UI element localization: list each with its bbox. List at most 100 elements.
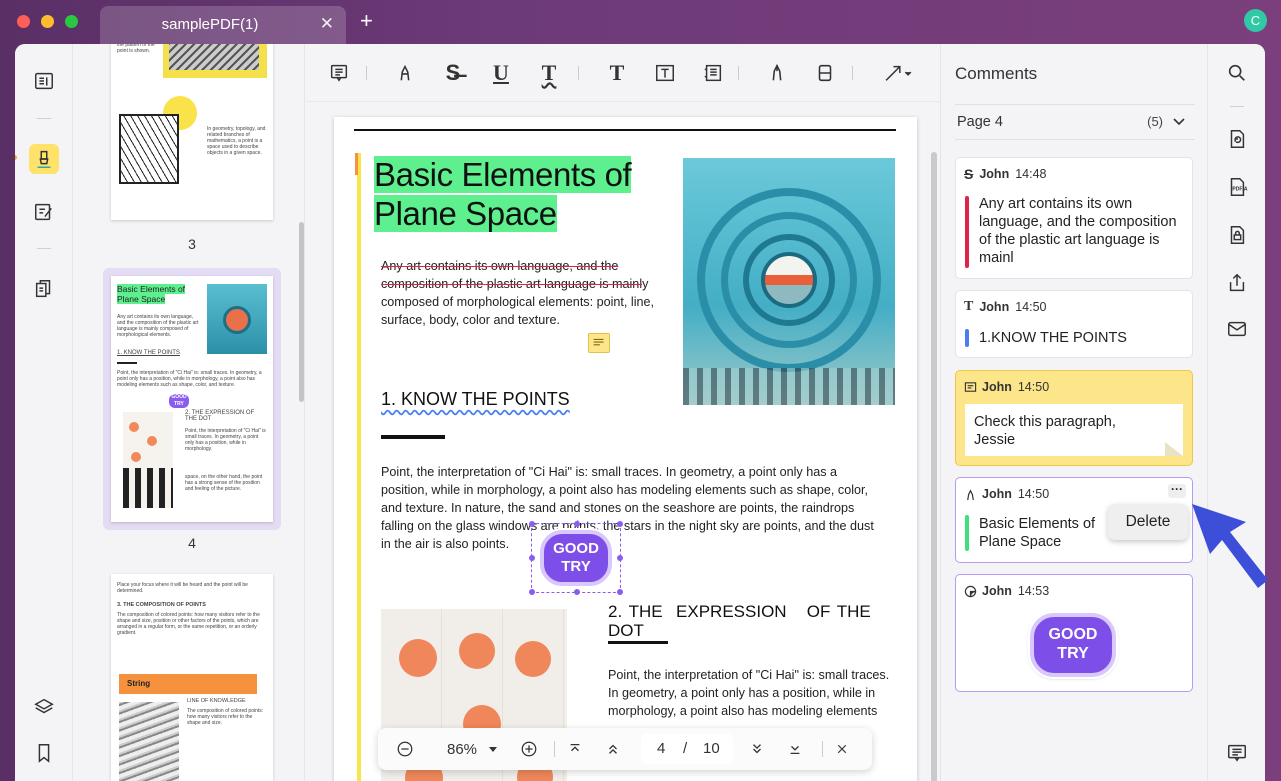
comment-icon xyxy=(1228,744,1246,762)
edit-page-icon xyxy=(35,203,52,221)
comment-time: 14:53 xyxy=(1017,584,1050,598)
document-scrollbar[interactable] xyxy=(931,152,937,781)
eraser-icon xyxy=(818,64,832,82)
squiggly-tool[interactable]: T xyxy=(536,60,562,86)
sticker-selection-box[interactable]: GOOD TRY xyxy=(529,521,623,595)
sticky-note-marker[interactable] xyxy=(588,333,610,353)
strikethrough-icon: S xyxy=(964,166,974,182)
comment-header: John 14:50 xyxy=(964,379,1049,395)
strikethrough-tool[interactable]: S̶ xyxy=(440,60,466,86)
comment-card-note[interactable]: John 14:50 Check this paragraph, Jessie xyxy=(955,370,1193,466)
document-title[interactable]: Basic Elements of Plane Space xyxy=(374,155,632,233)
comment-author: John xyxy=(982,380,1012,394)
last-page-button[interactable] xyxy=(788,739,802,759)
zoom-dropdown-button[interactable] xyxy=(488,739,498,759)
page-top-rule xyxy=(354,129,896,131)
pencil-tool[interactable] xyxy=(764,60,790,86)
zoom-out-icon xyxy=(397,741,413,757)
arrow-shape-icon xyxy=(885,65,912,81)
rail-divider xyxy=(37,118,51,119)
previous-page-button[interactable] xyxy=(606,739,620,759)
sticky-note-tool[interactable] xyxy=(326,60,352,86)
thumbnail-panel: In geometry, topology, and related branc… xyxy=(73,44,305,781)
eraser-tool[interactable] xyxy=(812,60,838,86)
pdfa-button[interactable]: PDF/A xyxy=(1224,174,1250,200)
thumb-string-label: String xyxy=(119,674,257,694)
section-heading-expression[interactable]: 2. THE EXPRESSION OF THE DOT xyxy=(608,602,884,640)
share-button[interactable] xyxy=(1224,270,1250,296)
edit-mode-button[interactable] xyxy=(29,197,59,227)
zoom-in-icon xyxy=(521,741,537,757)
section-heading-know-points[interactable]: 1. KNOW THE POINTS xyxy=(381,389,570,410)
zoom-out-button[interactable] xyxy=(396,739,414,759)
chevron-down-icon[interactable] xyxy=(1171,113,1187,129)
comments-count: (5) xyxy=(1147,114,1163,129)
comment-text: Check this paragraph, Jessie xyxy=(974,414,1116,448)
comment-card-text[interactable]: T John 14:50 1.KNOW THE POINTS xyxy=(955,290,1193,358)
close-icon xyxy=(837,744,847,754)
close-navigation-button[interactable] xyxy=(836,739,848,759)
comment-card-strikethrough[interactable]: S John 14:48 Any art contains its own la… xyxy=(955,157,1193,279)
right-tool-rail: PDF/A xyxy=(1207,44,1265,781)
first-page-icon xyxy=(570,743,580,752)
thumbnail-page-number: 3 xyxy=(188,236,196,252)
textbox-icon xyxy=(656,64,674,82)
first-page-button[interactable] xyxy=(568,739,582,759)
zoom-window-button[interactable] xyxy=(65,15,78,28)
document-tab[interactable]: samplePDF(1) ✕ xyxy=(100,6,346,44)
thumb-dots-image xyxy=(123,412,173,508)
toolbar-divider xyxy=(366,66,367,80)
textbox-tool[interactable] xyxy=(652,60,678,86)
points-paragraph[interactable]: Point, the interpretation of "Ci Hai" is… xyxy=(381,463,881,553)
layers-button[interactable] xyxy=(29,692,59,722)
sticky-note-icon xyxy=(964,381,977,392)
expression-paragraph[interactable]: Point, the interpretation of "Ci Hai" is… xyxy=(608,666,894,720)
page-number-box: 4 / 10 xyxy=(641,734,733,764)
comment-time: 14:50 xyxy=(1015,300,1047,314)
comment-card-sticker[interactable]: John 14:53 GOOD TRY xyxy=(955,574,1193,692)
next-page-button[interactable] xyxy=(750,739,764,759)
zoom-level[interactable]: 86% xyxy=(444,739,480,759)
comment-mode-button[interactable] xyxy=(29,144,59,174)
page-thumbnail[interactable]: In geometry, topology, and related branc… xyxy=(111,44,273,220)
more-options-button[interactable]: ··· xyxy=(1168,483,1186,498)
bookmark-button[interactable] xyxy=(29,738,59,768)
text-callout-tool[interactable] xyxy=(700,60,726,86)
layers-icon xyxy=(34,698,54,714)
comments-page-label: Page 4 xyxy=(957,114,1003,130)
intro-paragraph[interactable]: Any art contains its own language, and t… xyxy=(381,257,661,329)
reader-mode-button[interactable] xyxy=(29,66,59,96)
protect-button[interactable] xyxy=(1224,222,1250,248)
organize-pages-button[interactable] xyxy=(29,274,59,304)
page-thumbnail-selected[interactable]: Basic Elements of Plane Space Any art co… xyxy=(111,276,273,522)
page-thumbnail[interactable]: Place your focus where it will be heard … xyxy=(111,574,273,781)
side-accent-bar xyxy=(357,153,361,781)
delete-menu-item[interactable]: Delete xyxy=(1108,504,1188,540)
underline-tool[interactable]: U xyxy=(488,60,514,86)
highlight-tool[interactable] xyxy=(392,60,418,86)
chevron-down-double-icon xyxy=(753,744,761,754)
comments-page-group[interactable]: Page 4 (5) xyxy=(955,104,1195,140)
zoom-in-button[interactable] xyxy=(520,739,538,759)
close-window-button[interactable] xyxy=(17,15,30,28)
circular-structure-photo xyxy=(683,158,895,405)
comment-text: Basic Elements of Plane Space xyxy=(979,516,1096,550)
convert-button[interactable] xyxy=(1224,126,1250,152)
email-button[interactable] xyxy=(1224,316,1250,342)
user-avatar[interactable]: C xyxy=(1244,9,1267,32)
note-text-box[interactable]: Check this paragraph, Jessie xyxy=(965,404,1183,456)
current-page-input[interactable]: 4 xyxy=(657,740,665,757)
comment-list-button[interactable] xyxy=(1224,740,1250,766)
highlighter-icon xyxy=(37,150,51,168)
new-tab-button[interactable]: + xyxy=(360,10,373,32)
tab-close-icon[interactable]: ✕ xyxy=(320,14,334,34)
left-tool-rail xyxy=(15,44,73,781)
minimize-window-button[interactable] xyxy=(41,15,54,28)
comment-time: 14:50 xyxy=(1017,487,1050,501)
shape-tool-dropdown[interactable] xyxy=(878,60,918,86)
thumbnail-scrollbar[interactable] xyxy=(299,222,304,402)
text-tool[interactable]: T xyxy=(604,60,630,86)
title-bar: samplePDF(1) ✕ + C xyxy=(0,0,1281,44)
search-button[interactable] xyxy=(1224,60,1250,86)
comment-card-highlight[interactable]: John 14:50 ··· Basic Elements of Plane S… xyxy=(955,477,1193,563)
